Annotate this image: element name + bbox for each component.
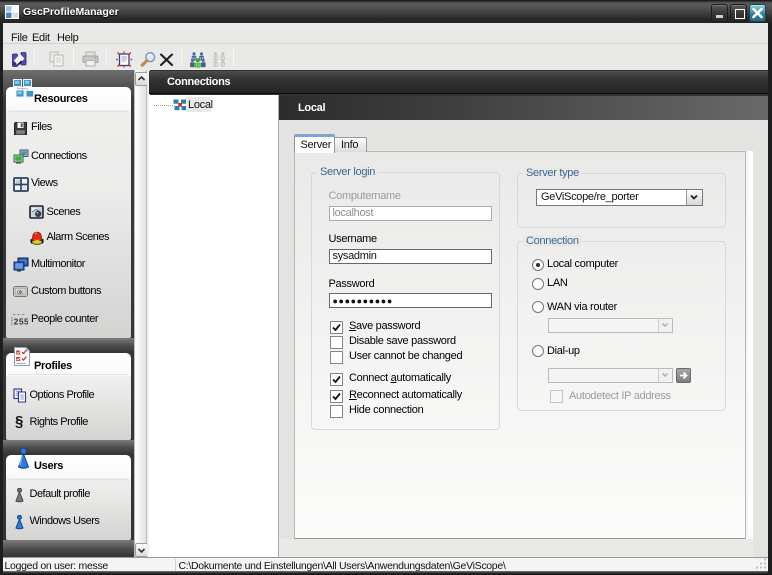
svg-text:255: 255: [14, 316, 28, 326]
